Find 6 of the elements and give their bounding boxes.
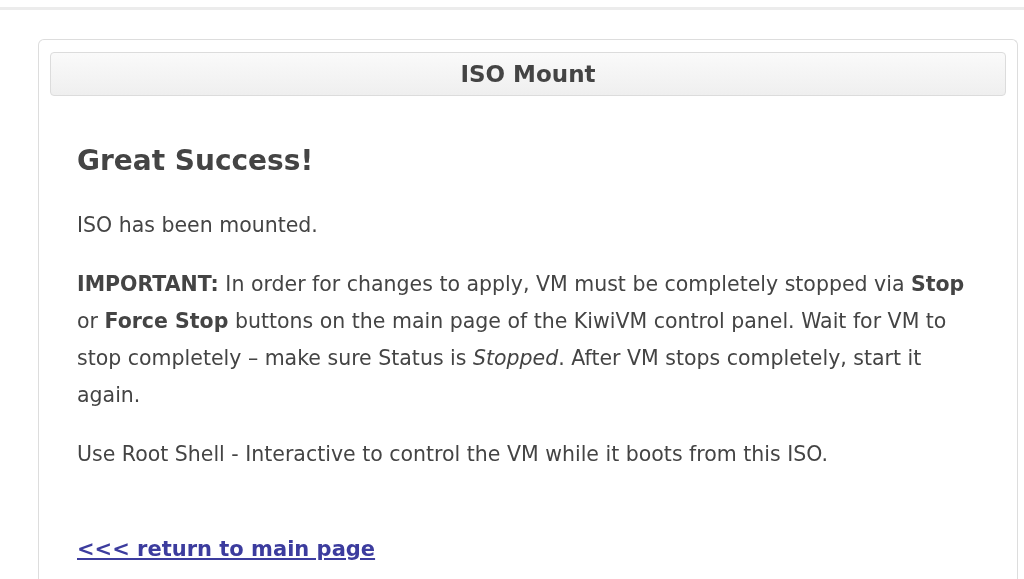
message-paragraph: ISO has been mounted. [77, 212, 319, 239]
panel-title: ISO Mount [460, 61, 596, 87]
return-link[interactable]: <<< return to main page [77, 537, 376, 561]
message-paragraph: IMPORTANT: In order for changes to apply, VM must be completely stopped via Stop or Force Stop buttons on the main page of the KiwiVM control panel. Wait for VM to stop completely – make sure Status is Stopped. After VM stops completely, start it again. [77, 271, 966, 409]
message-paragraph: Use Root Shell - Interactive to control the VM while it boots from this ISO. [77, 441, 830, 468]
success-heading: Great Success! [77, 144, 315, 177]
